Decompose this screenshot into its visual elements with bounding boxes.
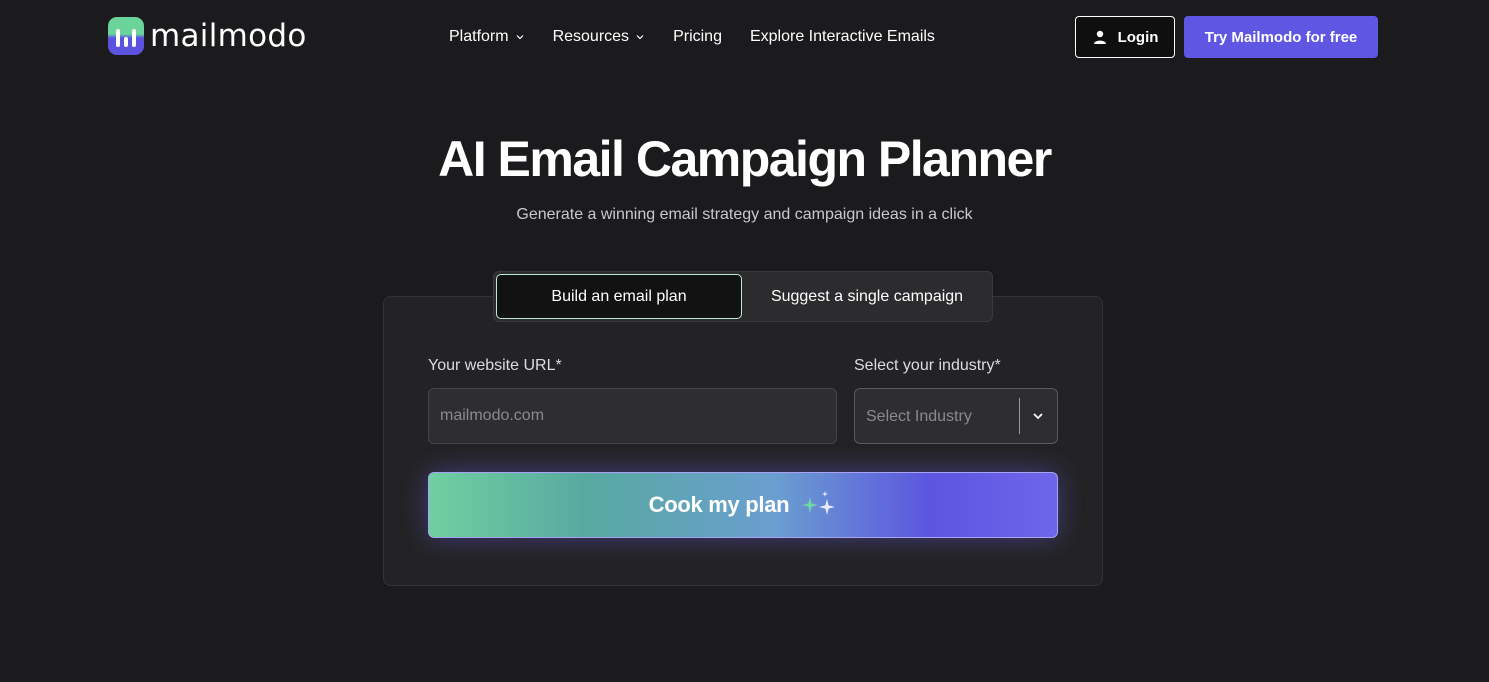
- brand-name: mailmodo: [150, 18, 307, 54]
- nav-item-explore-interactive-emails[interactable]: Explore Interactive Emails: [750, 28, 935, 46]
- chevron-down-icon: [1033, 413, 1043, 420]
- nav-item-platform[interactable]: Platform: [449, 28, 525, 46]
- cook-my-plan-label: Cook my plan: [648, 492, 790, 517]
- url-label: Your website URL*: [428, 357, 562, 374]
- page-title: AI Email Campaign Planner: [438, 131, 1052, 187]
- website-url-input[interactable]: [428, 388, 837, 444]
- tab-label: Build an email plan: [551, 287, 687, 305]
- select-divider: [1019, 398, 1020, 434]
- industry-select[interactable]: Select Industry: [854, 388, 1058, 444]
- nav-item-label: Explore Interactive Emails: [749, 28, 935, 45]
- nav-item-label: Platform: [449, 28, 509, 45]
- login-button[interactable]: Login: [1075, 16, 1175, 58]
- nav-item-resources[interactable]: Resources: [553, 28, 645, 46]
- brand-logo[interactable]: mailmodo: [108, 17, 307, 55]
- sparkle-icon: [802, 491, 836, 515]
- tab-build-email-plan[interactable]: Build an email plan: [496, 274, 742, 319]
- page: mailmodo Platform Resources Pricing Expl…: [0, 0, 1489, 682]
- chevron-down-icon: [636, 35, 644, 40]
- nav-item-pricing[interactable]: Pricing: [673, 28, 722, 46]
- tab-label: Suggest a single campaign: [770, 287, 964, 305]
- user-icon: [1093, 30, 1106, 44]
- main-nav: Platform Resources Pricing Explore Inter…: [449, 27, 963, 47]
- page-subtitle: Generate a winning email strategy and ca…: [516, 206, 973, 223]
- mode-tabs: Build an email plan Suggest a single cam…: [493, 271, 993, 322]
- industry-label: Select your industry*: [854, 357, 1001, 374]
- nav-item-label: Resources: [552, 28, 630, 45]
- nav-item-label: Pricing: [673, 28, 722, 45]
- try-free-label: Try Mailmodo for free: [1204, 28, 1358, 46]
- cook-my-plan-button[interactable]: Cook my plan: [428, 472, 1058, 538]
- industry-select-value: Select Industry: [866, 408, 972, 425]
- chevron-down-icon: [516, 35, 524, 40]
- login-label: Login: [1117, 28, 1159, 46]
- logo-mark-icon: [108, 17, 144, 55]
- try-free-button[interactable]: Try Mailmodo for free: [1184, 16, 1378, 58]
- tab-suggest-single-campaign[interactable]: Suggest a single campaign: [744, 274, 990, 319]
